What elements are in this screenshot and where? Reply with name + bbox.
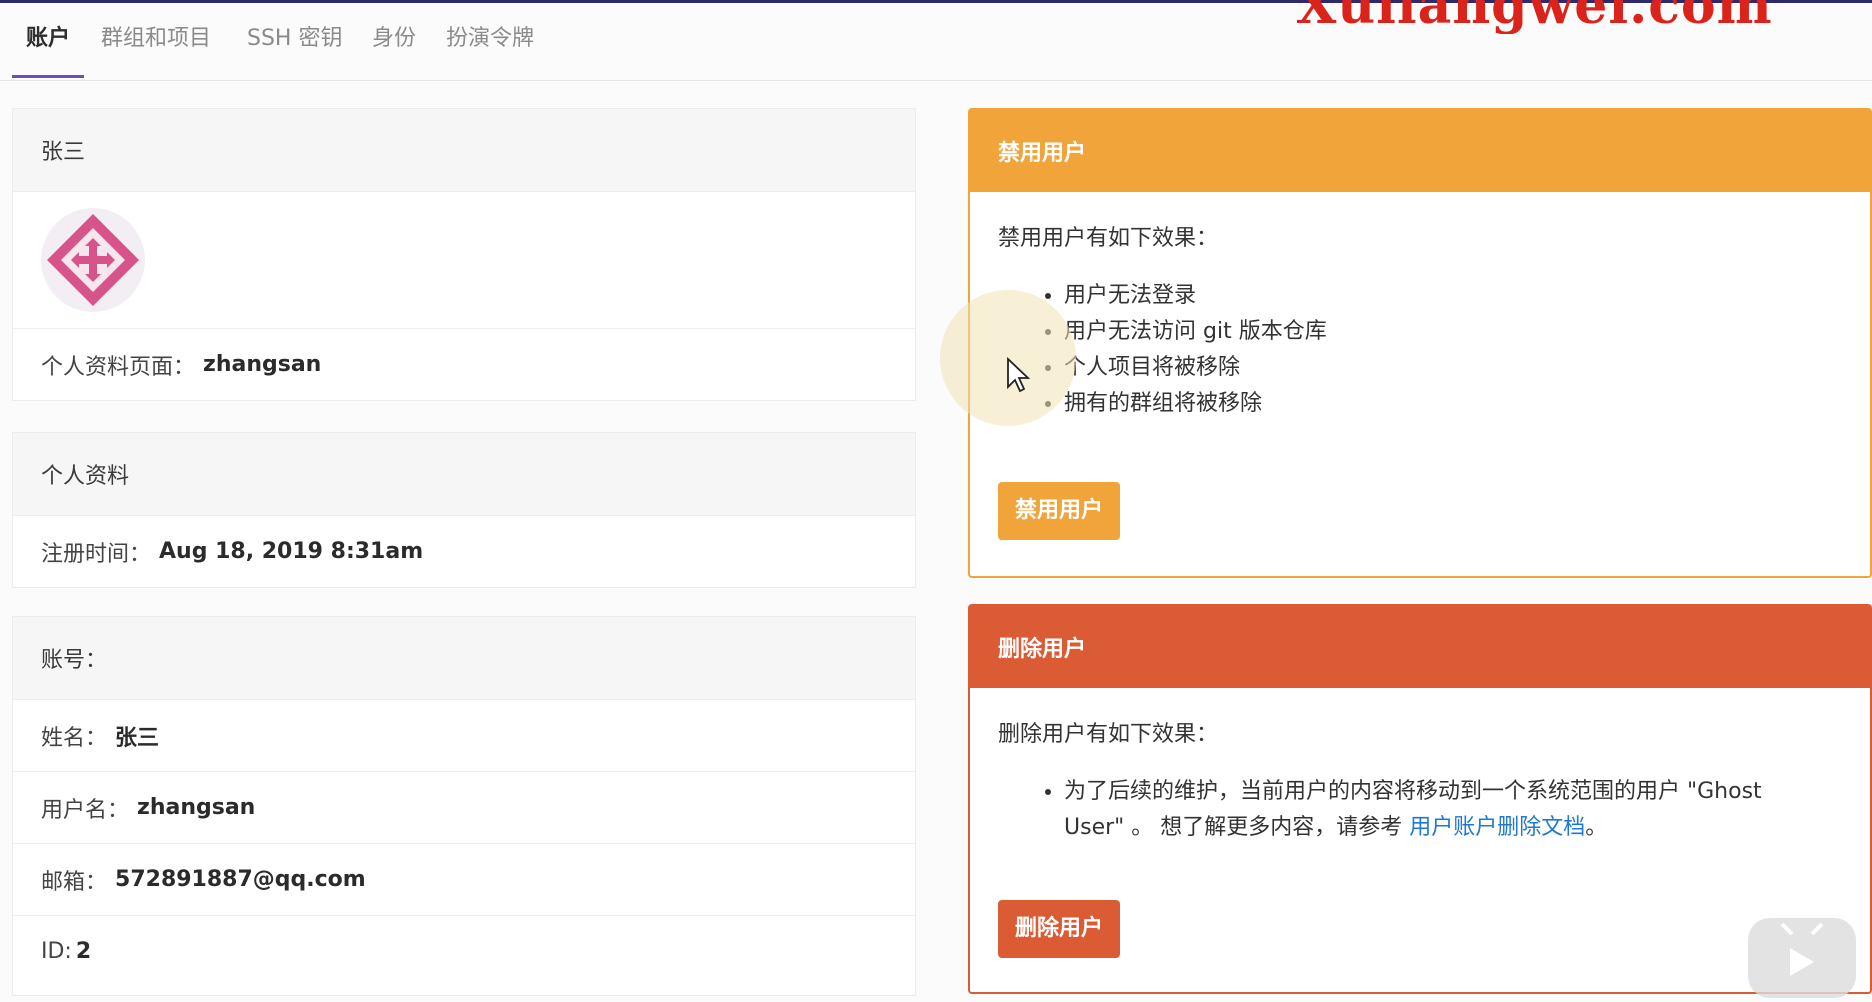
account-username-row: 用户名： zhangsan [13,771,915,843]
account-email-row: 邮箱： 572891887@qq.com [13,843,915,915]
account-name-row: 姓名： 张三 [13,700,915,771]
delete-user-title: 删除用户 [970,606,1870,688]
tab-identities[interactable]: 身份 [372,22,416,78]
personal-info-panel: 个人资料 注册时间： Aug 18, 2019 8:31am [12,432,916,588]
name-label: 姓名： [41,725,108,751]
username-label: 用户名： [41,797,130,823]
name-value: 张三 [115,725,160,751]
id-value: 2 [75,939,92,964]
profile-page-row: 个人资料页面： zhangsan [13,328,915,400]
delete-user-card: 删除用户 删除用户有如下效果： 为了后续的维护，当前用户的内容将移动到一个系统范… [968,604,1872,994]
account-id-row: ID: 2 [13,915,915,987]
tab-groups-projects[interactable]: 群组和项目 [101,22,211,78]
play-icon [1780,922,1824,976]
mouse-cursor-icon [1007,357,1030,393]
profile-page-label: 个人资料页面： [41,354,196,380]
block-user-effects: 用户无法登录 用户无法访问 git 版本仓库 个人项目将被移除 拥有的群组将被移… [998,278,1842,422]
profile-panel: 张三 个人资料页面： zhangsan [12,108,916,401]
list-item: 为了后续的维护，当前用户的内容将移动到一个系统范围的用户 "Ghost User… [1064,774,1802,846]
video-play-overlay[interactable] [1748,918,1856,998]
delete-user-effects: 为了后续的维护，当前用户的内容将移动到一个系统范围的用户 "Ghost User… [998,774,1842,846]
list-item: 拥有的群组将被移除 [1064,386,1842,422]
tab-ssh-keys[interactable]: SSH 密钥 [247,22,342,78]
delete-user-button[interactable]: 删除用户 [998,900,1121,958]
email-value[interactable]: 572891887@qq.com [115,867,366,892]
account-panel: 账号： 姓名： 张三 用户名： zhangsan 邮箱： 572891887@q… [12,616,916,996]
id-label: ID: [41,939,72,964]
block-user-title: 禁用用户 [970,110,1870,192]
delete-effect-end: 。 [1585,815,1608,840]
email-label: 邮箱： [41,869,108,895]
tab-account[interactable]: 账户 [11,22,85,78]
list-item: 个人项目将被移除 [1064,350,1842,386]
tab-impersonation-tokens[interactable]: 扮演令牌 [446,22,534,78]
account-title: 账号： [13,617,915,700]
registered-row: 注册时间： Aug 18, 2019 8:31am [13,516,915,587]
watermark: Xuliangwei.com [1296,0,1773,34]
avatar [41,208,145,312]
avatar-row [13,192,915,328]
delete-docs-link[interactable]: 用户账户删除文档 [1409,815,1585,840]
delete-user-intro: 删除用户有如下效果： [998,722,1219,747]
list-item: 用户无法登录 [1064,278,1842,314]
list-item: 用户无法访问 git 版本仓库 [1064,314,1842,350]
profile-page-value[interactable]: zhangsan [203,352,321,377]
username-value: zhangsan [137,795,256,820]
registered-label: 注册时间： [41,541,152,567]
block-user-button[interactable]: 禁用用户 [998,482,1121,540]
profile-name: 张三 [13,109,915,192]
block-user-card: 禁用用户 禁用用户有如下效果： 用户无法登录 用户无法访问 git 版本仓库 个… [968,108,1872,578]
registered-value: Aug 18, 2019 8:31am [159,539,424,564]
block-user-intro: 禁用用户有如下效果： [998,226,1219,251]
personal-info-title: 个人资料 [13,433,915,516]
